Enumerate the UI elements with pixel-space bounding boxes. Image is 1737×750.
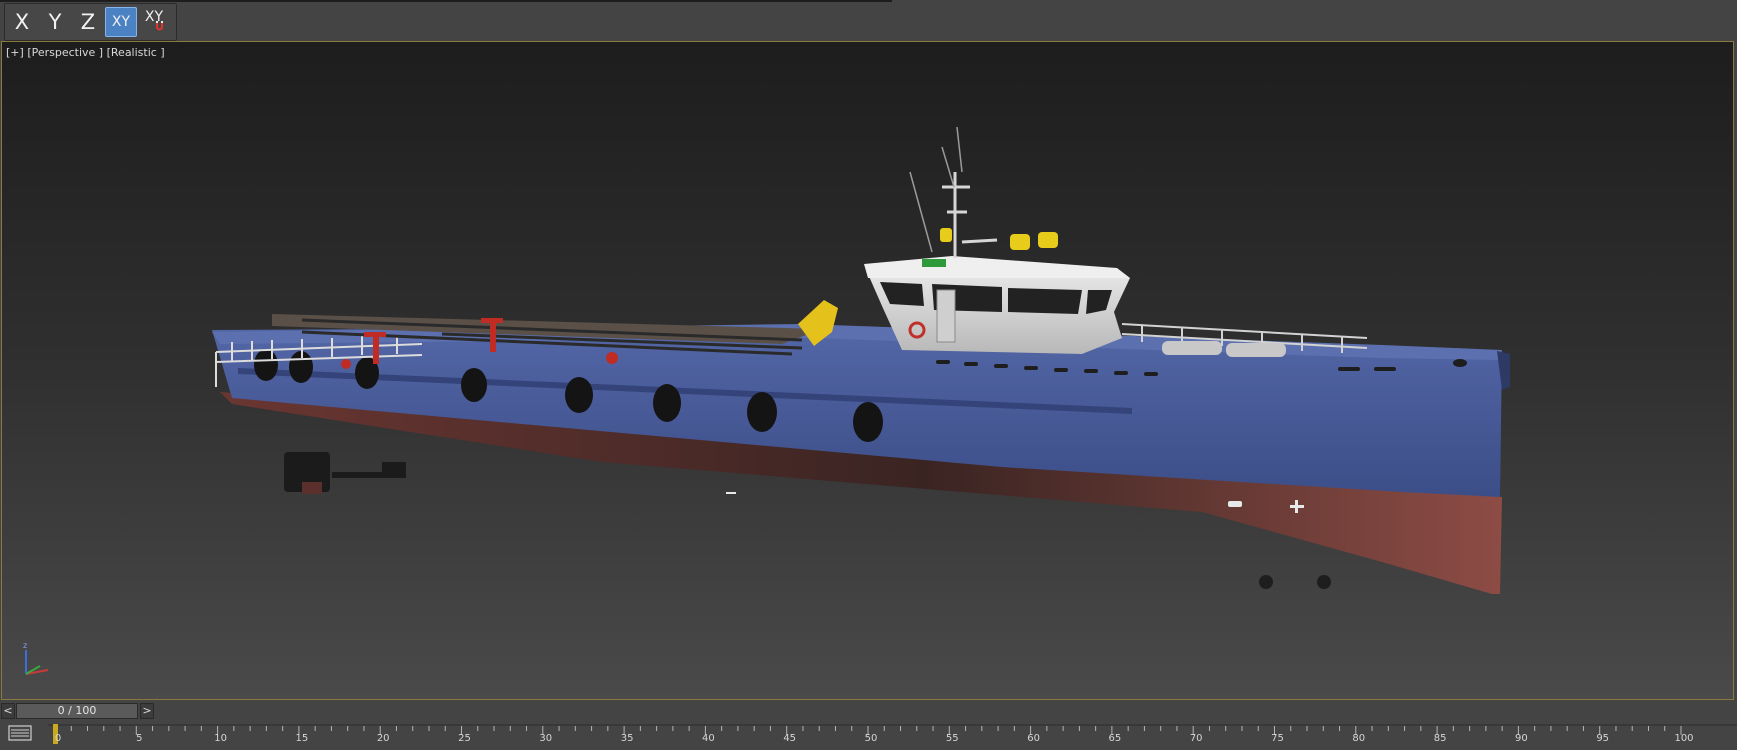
ruler-tick-label: 0 [54, 733, 62, 744]
ruler-tick-label: 40 [702, 733, 715, 744]
axis-gizmo-icon: z [23, 641, 49, 675]
axis-xy-snap-button[interactable]: XY [138, 7, 170, 37]
ruler-tick-label: 65 [1108, 733, 1122, 744]
axis-z-button[interactable]: Z [72, 7, 104, 37]
ruler-tick-label: 15 [295, 733, 309, 744]
axis-constraints-toolbar: X Y Z XY XY [0, 0, 1737, 41]
ruler-tick-label: 70 [1189, 733, 1203, 744]
time-slider-prev-button[interactable]: < [1, 703, 15, 719]
frame-ruler[interactable]: 0 5 10 15 20 25 30 35 40 45 50 55 60 65 70 75 80 85 90 95 10… [48, 721, 1737, 746]
ruler-tick-label: 20 [376, 733, 390, 744]
perspective-viewport[interactable]: [+] [Perspective ] [Realistic ] z [1, 41, 1734, 700]
ruler-tick-label: 35 [620, 733, 634, 744]
mini-curve-editor-icon[interactable] [8, 725, 32, 741]
ruler-tick-label: 5 [136, 733, 143, 744]
time-slider: < 0 / 100 > [0, 701, 1737, 721]
bridge-door [936, 289, 956, 343]
time-slider-next-button[interactable]: > [140, 703, 154, 719]
toolbar-divider [0, 0, 892, 2]
axis-constraint-group: X Y Z XY XY [4, 3, 177, 41]
ruler-tick-label: 85 [1433, 733, 1447, 744]
track-bar[interactable]: 0 5 10 15 20 25 30 35 40 45 50 55 60 65 70 75 80 85 90 95 10… [0, 721, 1737, 746]
green-sign [922, 259, 946, 267]
propeller-rudder [284, 452, 406, 494]
ruler-tick-label: 90 [1515, 733, 1528, 744]
searchlights [940, 228, 1058, 250]
ruler-tick-label: 50 [864, 733, 878, 744]
ruler-tick-label: 75 [1271, 733, 1284, 744]
ruler-tick-label: 60 [1027, 733, 1040, 744]
ruler-tick-label: 30 [539, 733, 553, 744]
gizmo-z-label: z [23, 641, 27, 650]
bridge-roof [864, 256, 1130, 278]
magnet-snap-icon [156, 21, 163, 31]
ruler-tick-label: 25 [458, 733, 471, 744]
axis-xy-button[interactable]: XY [105, 7, 137, 37]
ruler-tick-label: 80 [1352, 733, 1366, 744]
ship-3d-model[interactable] [2, 42, 1733, 699]
ruler-tick-label: 45 [783, 733, 797, 744]
ruler-tick-label: 100 [1674, 733, 1694, 744]
ruler-tick-label: 95 [1596, 733, 1610, 744]
axis-y-button[interactable]: Y [39, 7, 71, 37]
ruler-tick-label: 10 [214, 733, 227, 744]
axis-x-button[interactable]: X [6, 7, 38, 37]
mast [942, 172, 998, 258]
ruler-tick-label: 55 [945, 733, 959, 744]
time-slider-thumb[interactable]: 0 / 100 [16, 703, 138, 719]
